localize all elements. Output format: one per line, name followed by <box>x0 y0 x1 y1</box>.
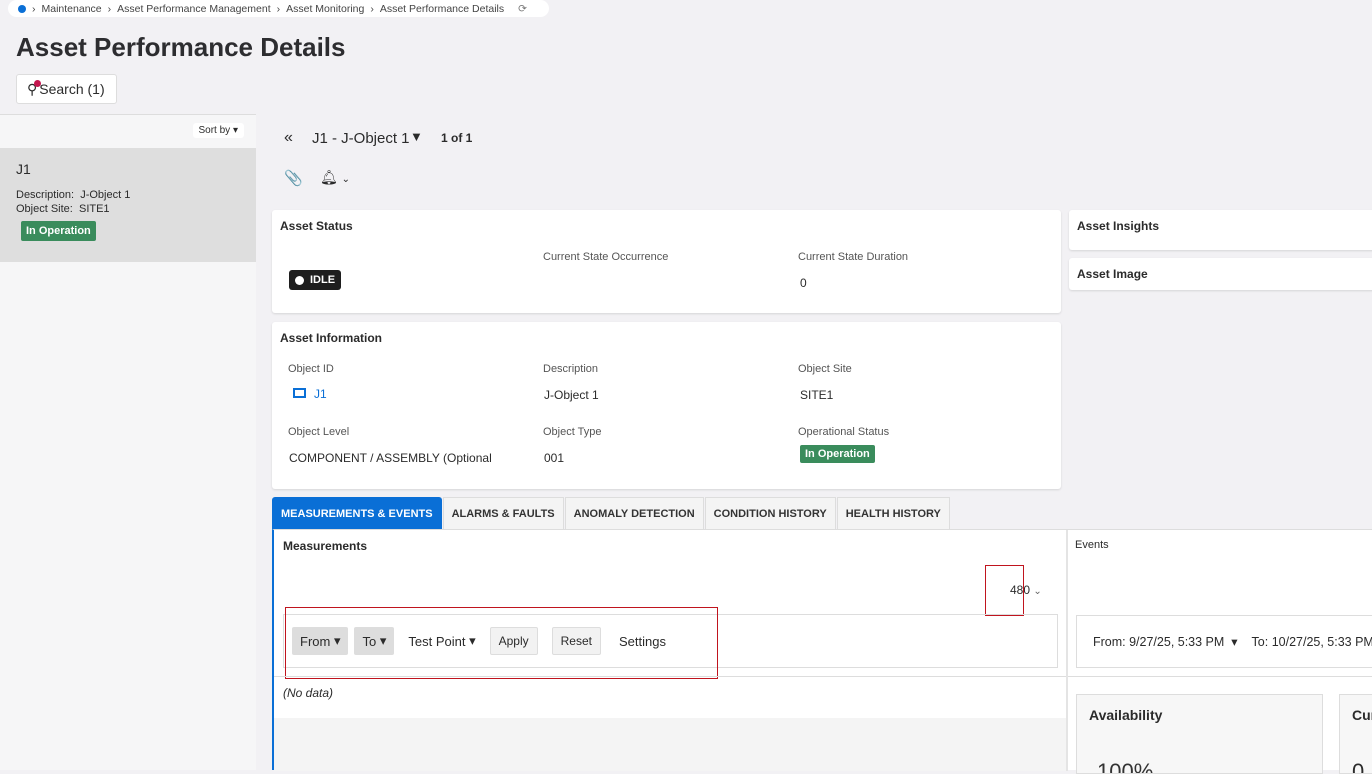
search-button[interactable]: ⚲ Search (1) <box>16 74 117 104</box>
highlight-box <box>985 565 1024 616</box>
card-title: Asset Information <box>280 331 383 345</box>
back-icon[interactable]: « <box>284 129 293 147</box>
highlight-box <box>285 607 718 679</box>
no-data-text: (No data) <box>283 686 334 700</box>
events-toolbar: From: 9/27/25, 5:33 PM ▾ To: 10/27/25, 5… <box>1076 615 1372 668</box>
current-card: Cur 0 <box>1339 694 1372 774</box>
events-to-dropdown[interactable]: To: 10/27/25, 5:33 PM <box>1252 635 1372 649</box>
description-label: Description <box>543 363 599 375</box>
breadcrumb-apm[interactable]: Asset Performance Management <box>117 3 271 15</box>
availability-card: Availability 100% <box>1076 694 1323 774</box>
description-value: J-Object 1 <box>80 189 131 201</box>
events-title: Events <box>1075 539 1109 551</box>
state-badge: IDLE <box>289 270 342 290</box>
asset-information-card: Asset Information Object ID J1 Descripti… <box>272 322 1061 489</box>
tab-health-history[interactable]: HEALTH HISTORY <box>836 497 950 529</box>
tab-alarms-faults[interactable]: ALARMS & FAULTS <box>442 497 564 529</box>
status-badge: In Operation <box>21 221 96 241</box>
breadcrumb-asset-monitoring[interactable]: Asset Monitoring <box>286 3 364 15</box>
op-status-badge: In Operation <box>800 445 875 463</box>
breadcrumb-current: Asset Performance Details <box>379 2 505 15</box>
tab-bar: MEASUREMENTS & EVENTS ALARMS & FAULTS AN… <box>272 497 950 529</box>
filter-badge <box>34 80 41 87</box>
site-value: SITE1 <box>78 203 110 215</box>
site-value: SITE1 <box>800 388 834 402</box>
current-value: 0 <box>1352 759 1365 774</box>
measurements-title: Measurements <box>283 539 368 553</box>
availability-value: 100% <box>1097 759 1154 774</box>
home-icon[interactable] <box>18 4 26 13</box>
list-item[interactable]: J1 Description: J-Object 1 Object Site: … <box>0 148 256 262</box>
duration-value: 0 <box>800 276 807 290</box>
tab-measurements-events[interactable]: MEASUREMENTS & EVENTS <box>272 497 442 529</box>
occurrence-label: Current State Occurrence <box>543 251 669 263</box>
refresh-icon[interactable]: ⟳ <box>518 3 527 15</box>
level-value: COMPONENT / ASSEMBLY (Optional <box>289 451 492 465</box>
site-label: Object Site <box>798 363 852 375</box>
page-title: Asset Performance Details <box>16 32 346 62</box>
tab-panel: Measurements 480 ⌄ From ▾ To ▾ Test Poin… <box>272 529 1372 774</box>
site-label: Object Site: <box>16 203 73 215</box>
breadcrumb-maintenance[interactable]: Maintenance <box>42 3 102 15</box>
asset-status-card: Asset Status IDLE Current State Occurren… <box>272 210 1061 313</box>
level-label: Object Level <box>288 426 350 438</box>
record-list: Sort by ▾ J1 Description: J-Object 1 Obj… <box>0 114 256 770</box>
op-status-label: Operational Status <box>798 426 890 438</box>
events-from-dropdown[interactable]: From: 9/27/25, 5:33 PM ▾ <box>1093 634 1238 649</box>
duration-label: Current State Duration <box>798 251 909 263</box>
sort-label: Sort by <box>198 125 231 136</box>
type-label: Object Type <box>543 426 602 438</box>
chevron-down-icon[interactable]: ⌄ <box>342 174 350 185</box>
card-title: Asset Status <box>280 219 353 233</box>
object-id-link[interactable]: J1 <box>293 387 327 401</box>
type-value: 001 <box>544 451 565 465</box>
pager: 1 of 1 <box>441 131 473 145</box>
object-icon <box>293 388 306 398</box>
asset-image-card[interactable]: Asset Image <box>1069 258 1372 290</box>
item-id: J1 <box>16 161 31 177</box>
current-label: Cur <box>1352 707 1372 723</box>
availability-label: Availability <box>1089 707 1163 723</box>
description-value: J-Object 1 <box>544 388 599 402</box>
events-from-label: From: 9/27/25, 5:33 PM <box>1093 635 1225 649</box>
breadcrumb: › Maintenance › Asset Performance Manageme… <box>8 0 549 17</box>
asset-insights-card[interactable]: Asset Insights <box>1069 210 1372 250</box>
state-text: IDLE <box>310 274 336 286</box>
description-label: Description: <box>16 189 75 201</box>
notification-bell-icon[interactable]: 🔔︎ ⌄ <box>320 169 350 186</box>
attachment-icon[interactable]: 📎 <box>284 169 303 187</box>
tab-condition-history[interactable]: CONDITION HISTORY <box>704 497 836 529</box>
search-label: Search (1) <box>39 81 105 97</box>
record-dropdown-icon[interactable]: ▼ <box>410 129 423 144</box>
tab-anomaly-detection[interactable]: ANOMALY DETECTION <box>564 497 704 529</box>
sort-by-dropdown[interactable]: Sort by ▾ <box>192 123 244 138</box>
card-title: Asset Insights <box>1077 219 1160 233</box>
record-title[interactable]: J1 - J-Object 1 <box>312 130 410 147</box>
card-title: Asset Image <box>1077 267 1148 281</box>
object-id-label: Object ID <box>288 363 334 375</box>
